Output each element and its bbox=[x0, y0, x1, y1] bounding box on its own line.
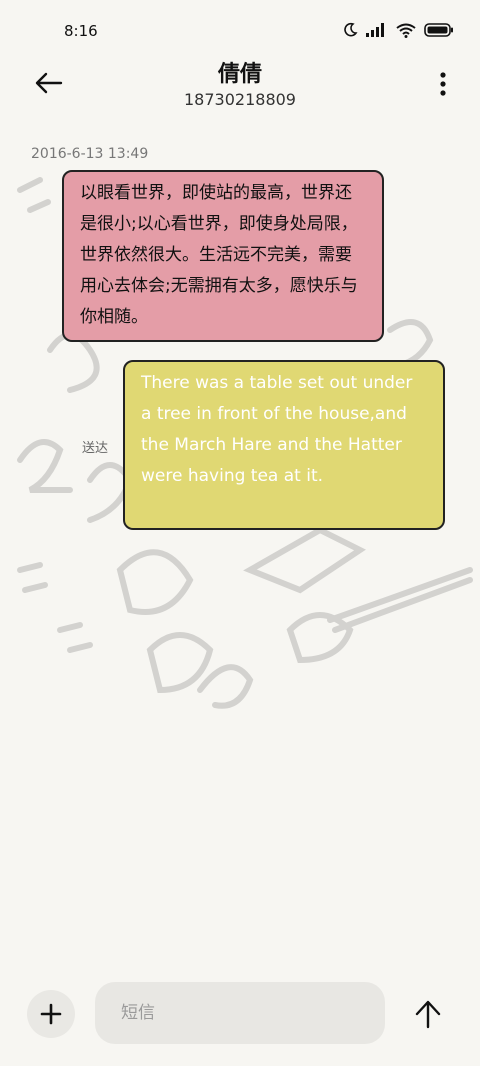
outgoing-message-bubble[interactable]: There was a table set out under a tree i… bbox=[123, 360, 445, 530]
add-attachment-button[interactable] bbox=[27, 990, 75, 1038]
conversation-header: 倩倩 18730218809 bbox=[0, 52, 480, 122]
status-icons bbox=[342, 22, 454, 38]
contact-name: 倩倩 bbox=[217, 62, 262, 87]
message-timestamp: 2016-6-13 13:49 bbox=[31, 146, 149, 162]
send-button[interactable] bbox=[412, 998, 444, 1030]
moon-icon bbox=[344, 22, 358, 37]
incoming-message-text: 以眼看世界，即使站的最高，世界还是很小;以心看世界，即使身处局限，世界依然很大。… bbox=[80, 183, 358, 327]
status-time: 8:16 bbox=[64, 22, 98, 40]
composer-bar: 短信 bbox=[0, 980, 480, 1050]
more-vert-icon bbox=[440, 72, 446, 96]
battery-icon bbox=[424, 23, 453, 37]
outgoing-message-text: There was a table set out under a tree i… bbox=[141, 373, 413, 486]
more-options-button[interactable] bbox=[438, 70, 448, 98]
delivery-status: 送达 bbox=[82, 441, 109, 456]
plus-icon bbox=[40, 1003, 62, 1025]
wifi-icon bbox=[396, 23, 416, 38]
send-arrow-icon bbox=[415, 1000, 441, 1029]
message-input[interactable]: 短信 bbox=[95, 982, 385, 1044]
signal-icon bbox=[366, 23, 384, 37]
incoming-message-bubble[interactable]: 以眼看世界，即使站的最高，世界还是很小;以心看世界，即使身处局限，世界依然很大。… bbox=[62, 170, 384, 342]
contact-number: 18730218809 bbox=[184, 90, 296, 109]
